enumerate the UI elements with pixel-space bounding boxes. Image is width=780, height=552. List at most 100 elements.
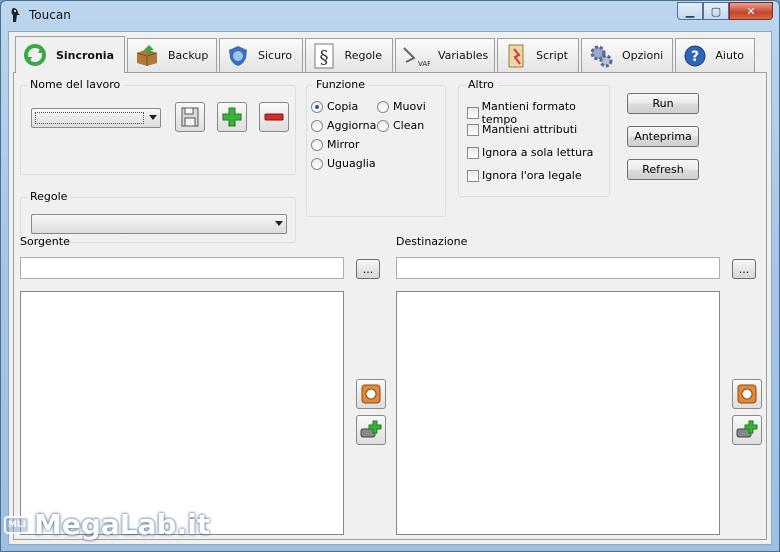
radio-button[interactable]: [311, 100, 323, 113]
minimize-icon: ▁: [685, 4, 695, 18]
app-window: Toucan ▁ ▢ ✕ Sincronia Backup Sicuro § R…: [0, 0, 780, 552]
gears-icon: [588, 43, 614, 69]
magnifier-icon: [361, 384, 381, 404]
tab-opzioni[interactable]: Opzioni: [581, 38, 673, 72]
radio-button[interactable]: [311, 119, 323, 132]
maximize-icon: ▢: [710, 4, 722, 18]
tab-label: Sincronia: [55, 48, 114, 62]
minus-icon: [264, 113, 284, 121]
chevron-down-icon: [275, 221, 283, 226]
radio-uguaglia[interactable]: Uguaglia: [311, 157, 376, 170]
radio-copia[interactable]: Copia: [311, 100, 358, 113]
add-drive-icon: [736, 420, 758, 438]
window-title: Toucan: [29, 8, 71, 22]
destination-label: Destinazione: [396, 235, 468, 248]
checkbox-label: Ignora l'ora legale: [482, 169, 582, 182]
radio-label: Mirror: [327, 138, 360, 151]
other-group: Altro Mantieni formato tempo Mantieni at…: [458, 78, 610, 197]
source-browse-button[interactable]: ...: [356, 259, 380, 279]
radio-label: Uguaglia: [327, 157, 376, 170]
chevron-down-icon: [149, 115, 157, 120]
tab-label: Aiuto: [715, 49, 744, 62]
radio-mirror[interactable]: Mirror: [311, 138, 359, 151]
client-area: Sincronia Backup Sicuro § Regole VAR Var…: [8, 31, 772, 545]
rules-group-title: Regole: [27, 190, 71, 203]
radio-label: Muovi: [393, 100, 426, 113]
tab-label: Regole: [344, 49, 382, 62]
destination-view-button[interactable]: [732, 379, 762, 409]
svg-text:§: §: [320, 47, 329, 68]
toucan-app-icon: [11, 8, 20, 22]
source-label: Sorgente: [20, 235, 70, 248]
job-name-combo[interactable]: [31, 108, 161, 128]
radio-button[interactable]: [311, 138, 323, 151]
tab-sincronia[interactable]: Sincronia: [15, 36, 125, 73]
destination-path-input[interactable]: [396, 257, 720, 279]
script-icon: [504, 43, 528, 69]
checkbox[interactable]: [467, 169, 479, 182]
tab-label: Opzioni: [622, 49, 664, 62]
maximize-button[interactable]: ▢: [703, 2, 729, 20]
radio-button[interactable]: [377, 119, 389, 132]
tab-backup[interactable]: Backup: [127, 38, 217, 72]
megalab-watermark: MLI MegaLab.it: [4, 508, 210, 541]
minimize-button[interactable]: ▁: [677, 2, 703, 20]
svg-text:VAR: VAR: [418, 60, 430, 68]
radio-button[interactable]: [377, 100, 389, 113]
tab-aiuto[interactable]: ? Aiuto: [675, 38, 755, 72]
close-button[interactable]: ✕: [729, 2, 773, 20]
save-job-button[interactable]: [175, 102, 205, 132]
radio-button[interactable]: [311, 157, 323, 170]
help-icon: ?: [682, 43, 707, 69]
source-view-button[interactable]: [356, 379, 386, 409]
title-bar[interactable]: Toucan ▁ ▢ ✕: [1, 1, 779, 29]
tab-variables[interactable]: VAR Variables: [395, 38, 495, 72]
remove-job-button[interactable]: [259, 102, 289, 132]
magnifier-icon: [737, 384, 757, 404]
checkbox[interactable]: [467, 123, 479, 136]
destination-file-list[interactable]: [396, 291, 720, 535]
check-mantieni-attributi[interactable]: Mantieni attributi: [467, 123, 577, 136]
tab-regole[interactable]: § Regole: [305, 38, 393, 72]
tab-strip: Sincronia Backup Sicuro § Regole VAR Var…: [15, 36, 757, 73]
radio-clean[interactable]: Clean: [377, 119, 424, 132]
preview-button[interactable]: Anteprima: [627, 126, 699, 147]
source-path-input[interactable]: [20, 257, 344, 279]
close-icon: ✕: [746, 4, 756, 18]
check-ignora-sola-lettura[interactable]: Ignora a sola lettura: [467, 146, 593, 159]
destination-browse-button[interactable]: ...: [732, 259, 756, 279]
tab-label: Variables: [438, 49, 489, 62]
checkbox[interactable]: [467, 146, 479, 159]
floppy-icon: [181, 107, 199, 127]
window-controls: ▁ ▢ ✕: [677, 2, 773, 20]
add-job-button[interactable]: [217, 102, 247, 132]
source-file-list[interactable]: [20, 291, 344, 535]
job-group-title: Nome del lavoro: [27, 78, 124, 91]
shield-icon: [226, 43, 250, 69]
refresh-button[interactable]: Refresh: [627, 159, 699, 180]
tab-label: Backup: [168, 49, 209, 62]
source-add-button[interactable]: [356, 415, 386, 445]
job-group: Nome del lavoro: [20, 78, 296, 175]
plus-icon: [222, 107, 242, 127]
checkbox[interactable]: [467, 107, 479, 119]
paragraph-icon: §: [312, 43, 337, 69]
radio-label: Clean: [393, 119, 425, 132]
run-button[interactable]: Run: [627, 93, 699, 114]
function-group-title: Funzione: [313, 78, 368, 91]
radio-label: Aggiorna: [327, 119, 377, 132]
add-drive-icon: [360, 420, 382, 438]
checkbox-label: Mantieni attributi: [482, 123, 578, 136]
tab-script[interactable]: Script: [497, 38, 579, 72]
sync-arrows-icon: [22, 42, 48, 68]
rules-combo[interactable]: [31, 214, 287, 234]
focus-rectangle: [35, 112, 144, 124]
var-icon: VAR: [402, 43, 430, 69]
check-ignora-ora-legale[interactable]: Ignora l'ora legale: [467, 169, 582, 182]
destination-add-button[interactable]: [732, 415, 762, 445]
radio-muovi[interactable]: Muovi: [377, 100, 426, 113]
watermark-text: MegaLab.it: [34, 508, 211, 541]
tab-sicuro[interactable]: Sicuro: [219, 38, 303, 72]
radio-aggiorna[interactable]: Aggiorna: [311, 119, 376, 132]
function-group: Funzione Copia Aggiorna Mirror Uguaglia …: [306, 78, 446, 217]
